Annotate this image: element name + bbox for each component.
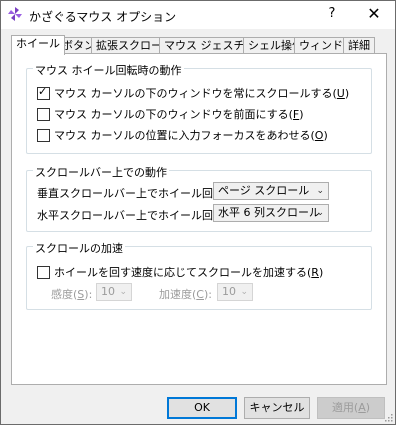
chevron-down-icon: ⌄ [119, 287, 127, 297]
sensitivity-select[interactable]: 10 ⌄ [96, 283, 132, 301]
acceleration-select[interactable]: 10 ⌄ [217, 283, 253, 301]
accelerate-label: ホイールを回す速度に応じてスクロールを加速する(R) [54, 266, 324, 279]
check-icon: ✓ [38, 84, 48, 98]
focus-checkbox[interactable] [37, 128, 50, 142]
scrollbar-group-title: スクロールバー上での動作 [33, 164, 169, 180]
sensitivity-value: 10 [101, 285, 115, 298]
close-button[interactable]: ✕ [365, 5, 383, 23]
tab-panel: マウス ホイール回転時の動作 ✓ マウス カーソルの下のウィンドウを常にスクロー… [11, 53, 387, 385]
always-scroll-option[interactable]: ✓ マウス カーソルの下のウィンドウを常にスクロールする(U) [37, 85, 349, 101]
sensitivity-label: 感度(S): [51, 288, 93, 301]
accel-group-title: スクロールの加速 [33, 240, 125, 256]
chevron-down-icon: ⌄ [316, 186, 324, 196]
accel-group: スクロールの加速 ホイールを回す速度に応じてスクロールを加速する(R) 感度(S… [26, 240, 372, 310]
accelerate-option[interactable]: ホイールを回す速度に応じてスクロールを加速する(R) [37, 264, 323, 280]
cancel-button[interactable]: キャンセル [244, 397, 310, 419]
apply-button[interactable]: 適用(A) [317, 397, 385, 419]
chevron-down-icon: ⌄ [240, 287, 248, 297]
always-scroll-checkbox[interactable]: ✓ [37, 84, 50, 100]
bring-front-label: マウス カーソルの下のウィンドウを前面にする(F) [54, 108, 304, 121]
bring-front-checkbox[interactable] [37, 107, 50, 121]
wheel-group-title: マウス ホイール回転時の動作 [33, 62, 184, 78]
pinwheel-icon [8, 7, 22, 21]
scrollbar-group: スクロールバー上での動作 垂直スクロールバー上でホイール回転(V): ページ ス… [26, 164, 372, 232]
acceleration-value: 10 [222, 285, 236, 298]
title-bar: かざぐるマウス オプション ? ✕ [1, 1, 395, 29]
chevron-down-icon: ⌄ [316, 208, 324, 218]
accelerate-checkbox[interactable] [37, 265, 50, 279]
horizontal-scroll-select[interactable]: 水平 6 列スクロール ⌄ [213, 204, 329, 222]
always-scroll-label: マウス カーソルの下のウィンドウを常にスクロールする(U) [54, 87, 350, 100]
tab-advanced[interactable]: 詳細 [343, 37, 375, 54]
resize-grip-icon[interactable] [383, 412, 393, 422]
bring-front-option[interactable]: マウス カーソルの下のウィンドウを前面にする(F) [37, 106, 304, 122]
wheel-group: マウス ホイール回転時の動作 ✓ マウス カーソルの下のウィンドウを常にスクロー… [26, 62, 372, 154]
acceleration-label: 加速度(C): [159, 288, 212, 301]
tab-wheel[interactable]: ホイール [11, 35, 65, 55]
options-dialog: かざぐるマウス オプション ? ✕ ホイール ボタン 拡張スクロール マウス ジ… [0, 0, 396, 425]
window-title: かざぐるマウス オプション [29, 10, 177, 24]
focus-option[interactable]: マウス カーソルの位置に入力フォーカスをあわせる(O) [37, 127, 328, 143]
vertical-scroll-select[interactable]: ページ スクロール ⌄ [213, 182, 329, 200]
horizontal-scroll-value: 水平 6 列スクロール [218, 206, 320, 219]
focus-label: マウス カーソルの位置に入力フォーカスをあわせる(O) [54, 129, 328, 142]
vertical-scroll-value: ページ スクロール [218, 184, 310, 197]
ok-button[interactable]: OK [167, 397, 237, 419]
help-button[interactable]: ? [323, 5, 341, 23]
